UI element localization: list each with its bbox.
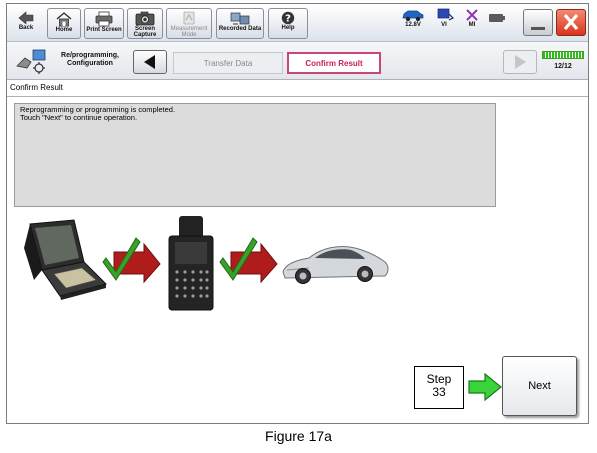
progress-count: 12/12 xyxy=(554,63,572,70)
next-button-label: Next xyxy=(528,380,551,392)
progress-indicator: 12/12 xyxy=(541,51,585,76)
help-icon: ? xyxy=(281,11,295,25)
breadcrumb: Re/programming, Configuration Transfer D… xyxy=(7,42,588,80)
measurement-mode-button[interactable]: Measurement Mode xyxy=(166,8,212,39)
back-label: Back xyxy=(18,25,34,31)
right-arrow-icon xyxy=(515,55,526,69)
home-label: Home xyxy=(55,27,73,33)
back-button[interactable]: Back xyxy=(11,8,41,39)
recorded-data-label: Recorded Data xyxy=(218,26,262,32)
mi-label: MI xyxy=(468,22,476,28)
svg-text:?: ? xyxy=(285,14,291,25)
print-screen-button[interactable]: Print Screen xyxy=(84,8,124,39)
car-voltage-icon xyxy=(402,10,424,22)
help-button[interactable]: ? Help xyxy=(268,8,308,39)
previous-step-button[interactable] xyxy=(133,50,167,74)
step-tab-confirm-result: Confirm Result xyxy=(287,52,381,74)
recorded-data-icon xyxy=(230,12,250,25)
print-screen-label: Print Screen xyxy=(86,27,122,33)
battery-voltage-status: 12.8V xyxy=(400,8,426,38)
step-number: 33 xyxy=(432,385,446,399)
screen-capture-button[interactable]: Screen Capture xyxy=(127,8,163,39)
vi-label: VI xyxy=(441,22,447,28)
reprogramming-icon xyxy=(16,49,46,74)
close-button[interactable] xyxy=(556,9,586,36)
measurement-icon xyxy=(183,11,195,25)
measurement-mode-label: Measurement Mode xyxy=(170,26,208,38)
vi-device-icon xyxy=(168,216,214,311)
voltage-value: 12.8V xyxy=(405,22,421,28)
home-button[interactable]: Home xyxy=(47,8,81,39)
app-window: Back Home Print Screen Screen Capture Me… xyxy=(6,3,589,424)
left-arrow-icon xyxy=(144,55,155,69)
battery-status xyxy=(487,8,507,38)
page-title: Confirm Result xyxy=(10,83,63,92)
step-tab-label: Confirm Result xyxy=(305,58,363,68)
laptop-icon xyxy=(24,219,107,300)
mi-status: MI xyxy=(459,8,485,38)
check-arrow-icon xyxy=(102,237,161,284)
process-label: Re/programming, Configuration xyxy=(61,52,119,67)
message-line: Touch "Next" to continue operation. xyxy=(20,113,138,122)
green-arrow-icon xyxy=(468,372,502,402)
step-tab-transfer-data: Transfer Data xyxy=(173,52,283,74)
home-icon xyxy=(56,12,72,27)
recorded-data-button[interactable]: Recorded Data xyxy=(216,8,264,39)
vi-connection-icon xyxy=(437,8,454,21)
printer-icon xyxy=(95,11,113,27)
camera-icon xyxy=(135,11,155,26)
car-icon xyxy=(282,245,389,284)
minimize-button[interactable] xyxy=(523,9,553,36)
next-button[interactable]: Next xyxy=(502,356,577,416)
next-step-button[interactable] xyxy=(503,50,537,74)
vi-status: VI xyxy=(431,8,457,38)
mi-disconnected-icon xyxy=(466,9,478,21)
minimize-icon xyxy=(531,27,545,30)
step-tab-label: Transfer Data xyxy=(203,58,253,68)
help-label: Help xyxy=(281,25,295,31)
screen-capture-label: Screen Capture xyxy=(133,26,157,38)
progress-bar xyxy=(542,51,584,59)
page-title-bar: Confirm Result xyxy=(7,80,588,97)
back-arrow-icon xyxy=(18,11,34,25)
check-arrow-icon xyxy=(219,237,278,284)
figure-caption: Figure 17a xyxy=(265,428,332,444)
step-indicator: Step 33 xyxy=(414,366,464,409)
close-icon xyxy=(563,13,579,31)
message-box: Reprogramming or programming is complete… xyxy=(14,103,496,207)
toolbar: Back Home Print Screen Screen Capture Me… xyxy=(7,4,588,42)
battery-icon xyxy=(489,14,505,22)
